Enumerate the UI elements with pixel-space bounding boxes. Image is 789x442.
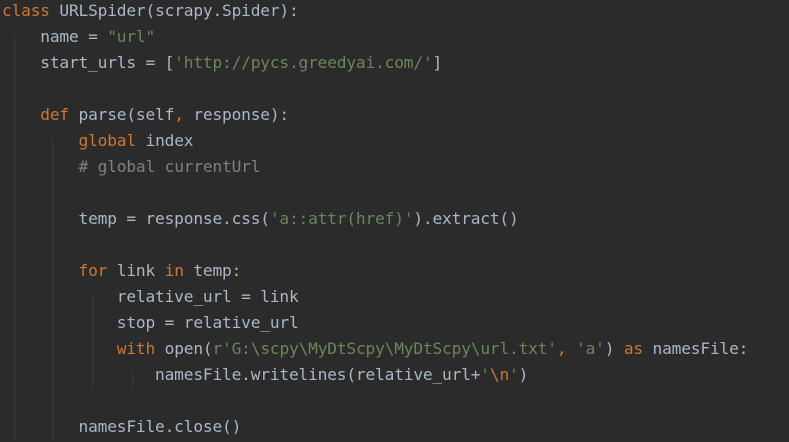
code-token-normal: stop = relative_url [2, 313, 299, 332]
code-line[interactable]: temp = response.css('a::attr(href)').ext… [2, 206, 519, 232]
code-line[interactable]: stop = relative_url [2, 310, 299, 336]
code-token-string: 'a' [576, 339, 605, 358]
code-token-string: ' [480, 365, 490, 384]
code-token-keyword: class [2, 1, 60, 20]
code-line[interactable]: with open(r'G:\scpy\MyDtScpy\MyDtScpy\ur… [2, 336, 749, 362]
code-line[interactable]: global index [2, 128, 194, 154]
code-token-keyword: def [40, 105, 79, 124]
code-token-string: ' [509, 365, 519, 384]
code-token-normal: URLSpider(scrapy.Spider): [59, 1, 299, 20]
code-token-keyword: for [78, 261, 117, 280]
code-token-keyword: , [556, 339, 576, 358]
code-token-normal: response): [193, 105, 290, 124]
code-token-comment: # global currentUrl [78, 157, 261, 176]
code-token-string: "url" [107, 27, 156, 46]
code-token-string: 'http://pycs.greedyai.com/' [174, 53, 433, 72]
code-token-keyword: , [174, 105, 194, 124]
code-token-keyword: as [623, 339, 653, 358]
code-token-normal: relative_url = link [2, 287, 299, 306]
code-token-normal: parse(self [78, 105, 175, 124]
code-token-normal: name = [2, 27, 108, 46]
code-token-normal [2, 105, 40, 124]
code-line[interactable]: name = "url" [2, 24, 155, 50]
code-token-normal: namesFile.close() [2, 417, 242, 436]
code-token-escape: \n [489, 365, 510, 384]
code-token-normal [2, 339, 117, 358]
code-editor[interactable]: class URLSpider(scrapy.Spider): name = "… [0, 0, 789, 442]
code-token-keyword: with [116, 339, 165, 358]
code-token-normal: ) [604, 339, 624, 358]
code-token-string: 'a::attr(href)' [269, 209, 414, 228]
code-line[interactable]: def parse(self, response): [2, 102, 289, 128]
code-line[interactable]: relative_url = link [2, 284, 299, 310]
code-line[interactable]: namesFile.writelines(relative_url+'\n') [2, 362, 528, 388]
code-token-normal [2, 131, 79, 150]
code-token-normal [2, 261, 79, 280]
code-token-normal [2, 157, 79, 176]
code-line[interactable]: class URLSpider(scrapy.Spider): [2, 0, 299, 24]
code-token-normal: start_urls = [ [2, 53, 175, 72]
code-token-normal: namesFile.writelines(relative_url+ [2, 365, 481, 384]
code-line[interactable]: start_urls = ['http://pycs.greedyai.com/… [2, 50, 442, 76]
code-token-normal: ) [518, 365, 529, 384]
code-token-normal: namesFile: [652, 339, 749, 358]
code-token-normal: ).extract() [413, 209, 519, 228]
code-token-normal: ] [432, 53, 443, 72]
code-line[interactable]: namesFile.close() [2, 414, 242, 440]
code-token-string: r'G:\scpy\MyDtScpy\MyDtScpy\url.txt' [212, 339, 557, 358]
code-token-keyword: in [164, 261, 194, 280]
code-token-normal: index [145, 131, 194, 150]
code-token-keyword: global [78, 131, 146, 150]
code-token-normal: temp: [193, 261, 242, 280]
code-token-normal: open( [164, 339, 213, 358]
code-line[interactable]: # global currentUrl [2, 154, 261, 180]
code-token-normal: temp = response.css( [2, 209, 271, 228]
code-token-normal: link [116, 261, 165, 280]
code-line[interactable]: for link in temp: [2, 258, 242, 284]
